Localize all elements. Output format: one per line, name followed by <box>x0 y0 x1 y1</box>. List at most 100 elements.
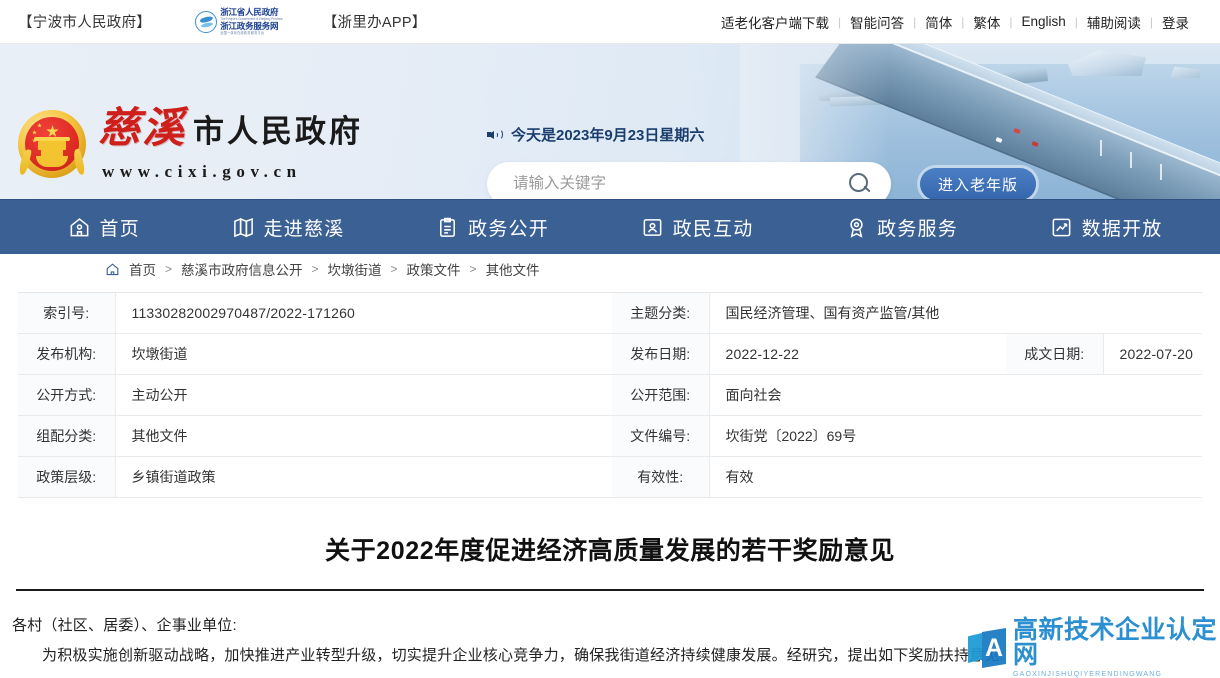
ningbo-gov-link[interactable]: 【宁波市人民政府】 <box>18 11 151 32</box>
document-body: 各村（社区、居委）、企事业单位: 为积极实施创新驱动战略，加快推进产业转型升级，… <box>0 591 1220 671</box>
value-drafting-date: 2022-07-20 <box>1103 333 1202 375</box>
main-navigation-bar: 首页 走进慈溪 政务公开 政民互动 政务服务 数据开放 <box>0 199 1220 254</box>
zj-line2: 浙江政务服务网 <box>220 21 279 32</box>
value-validity: 有效 <box>709 456 1202 498</box>
site-logo-block[interactable]: 慈溪 市人民政府 www.cixi.gov.cn <box>17 106 363 182</box>
site-header-banner: 慈溪 市人民政府 www.cixi.gov.cn 今天是2023年9月23日星期… <box>0 44 1220 199</box>
elder-version-button[interactable]: 进入老年版 <box>920 168 1036 199</box>
login-link[interactable]: 登录 <box>1153 12 1198 32</box>
value-index-number: 11330282002970487/2022-171260 <box>115 292 612 334</box>
today-date-line: 今天是2023年9月23日星期六 <box>487 124 704 145</box>
speaker-icon[interactable] <box>487 127 504 142</box>
document-paragraph-1: 为积极实施创新驱动战略，加快推进产业转型升级，切实提升企业核心竞争力，确保我街道… <box>42 647 1004 664</box>
breadcrumb: 首页 > 慈溪市政府信息公开 > 坎墩街道 > 政策文件 > 其他文件 <box>0 254 1220 284</box>
label-document-number: 文件编号: <box>612 415 710 457</box>
emblem-small-star <box>32 130 37 135</box>
value-issuing-agency: 坎墩街道 <box>115 333 612 375</box>
emblem-small-star <box>37 123 42 128</box>
breadcrumb-separator: > <box>311 262 319 276</box>
breadcrumb-item-kandun-street[interactable]: 坎墩街道 <box>328 259 382 279</box>
site-search-bar[interactable] <box>487 162 891 199</box>
nav-label-home: 首页 <box>99 218 140 240</box>
site-title-row: 慈溪 市人民政府 <box>98 108 363 150</box>
site-title-block: 慈溪 市人民政府 www.cixi.gov.cn <box>98 106 363 182</box>
label-disclosure-scope: 公开范围: <box>612 374 710 416</box>
light-pole <box>1160 164 1162 180</box>
map-icon <box>232 216 255 239</box>
document-meta-table-wrap: 索引号: 11330282002970487/2022-171260 主题分类:… <box>0 284 1220 498</box>
nav-item-gov-services[interactable]: 政务服务 <box>845 214 958 241</box>
label-index-number: 索引号: <box>18 292 116 334</box>
assisted-reading-link[interactable]: 辅助阅读 <box>1078 12 1150 32</box>
table-row: 公开方式: 主动公开 公开范围: 面向社会 <box>18 374 1202 416</box>
table-row: 组配分类: 其他文件 文件编号: 坎街党〔2022〕69号 <box>18 415 1202 457</box>
home-icon <box>68 216 91 239</box>
document-title: 关于2022年度促进经济高质量发展的若干奖励意见 <box>324 537 896 565</box>
nav-item-home[interactable]: 首页 <box>68 214 140 241</box>
label-topic-category: 主题分类: <box>612 292 710 334</box>
light-pole <box>1100 140 1102 156</box>
emblem-cogwheel <box>36 156 68 167</box>
top-utility-bar: 【宁波市人民政府】 浙江省人民政府 The People's Governmen… <box>0 0 1220 44</box>
value-disclosure-scope: 面向社会 <box>709 374 1202 416</box>
breadcrumb-item-other-docs[interactable]: 其他文件 <box>486 259 540 279</box>
breadcrumb-separator: > <box>469 262 477 276</box>
simplified-chinese-link[interactable]: 简体 <box>916 12 961 32</box>
national-emblem-icon <box>17 110 87 178</box>
nav-item-gov-citizen-interaction[interactable]: 政民互动 <box>641 214 754 241</box>
zhejiang-circle-icon <box>195 10 218 33</box>
nav-item-open-data[interactable]: 数据开放 <box>1050 214 1163 241</box>
search-icon[interactable] <box>847 171 873 197</box>
emblem-inner <box>25 117 79 171</box>
award-icon <box>845 216 868 239</box>
traditional-chinese-link[interactable]: 繁体 <box>964 12 1009 32</box>
label-group-category: 组配分类: <box>18 415 116 457</box>
watermark-english-text: GAOXINJISHUQIYERENDINGWANG <box>1013 671 1163 678</box>
zhelibanapp-link[interactable]: 【浙里办APP】 <box>323 11 427 32</box>
english-link[interactable]: English <box>1012 14 1074 29</box>
site-url: www.cixi.gov.cn <box>102 162 302 181</box>
zj-line1: 浙江省人民政府 <box>220 7 279 18</box>
value-policy-level: 乡镇街道政策 <box>115 456 612 498</box>
search-input[interactable] <box>513 175 847 193</box>
main-nav-inner: 首页 走进慈溪 政务公开 政民互动 政务服务 数据开放 <box>18 214 1203 241</box>
elder-client-download-link[interactable]: 适老化客户端下载 <box>712 12 838 32</box>
value-group-category: 其他文件 <box>115 415 612 457</box>
document-salutation: 各村（社区、居委）、企事业单位: <box>12 617 237 634</box>
nav-label-gov-services: 政务服务 <box>877 218 958 240</box>
nav-item-about-cixi[interactable]: 走进慈溪 <box>232 214 345 241</box>
topbar-right-links: 适老化客户端下载 | 智能问答 | 简体 | 繁体 | English | 辅助… <box>712 12 1198 32</box>
table-row: 政策层级: 乡镇街道政策 有效性: 有效 <box>18 456 1202 498</box>
user-card-icon <box>641 216 664 239</box>
label-validity: 有效性: <box>612 456 710 498</box>
breadcrumb-separator: > <box>165 262 173 276</box>
value-topic-category: 国民经济管理、国有资产监管/其他 <box>709 292 1202 334</box>
label-policy-level: 政策层级: <box>18 456 116 498</box>
breadcrumb-item-policy-docs[interactable]: 政策文件 <box>407 259 461 279</box>
home-icon <box>105 262 120 277</box>
nav-item-gov-affairs-public[interactable]: 政务公开 <box>436 214 549 241</box>
breadcrumb-item-home[interactable]: 首页 <box>129 259 156 279</box>
document-meta-table: 索引号: 11330282002970487/2022-171260 主题分类:… <box>18 292 1202 498</box>
emblem-tiananmen-gate <box>34 137 70 156</box>
clipboard-icon <box>436 216 459 239</box>
chart-up-icon <box>1050 216 1073 239</box>
label-issuing-agency: 发布机构: <box>18 333 116 375</box>
site-title-accent: 慈溪 <box>98 106 187 152</box>
zhejiang-logo-text: 浙江省人民政府 The People's Government of Zheji… <box>220 7 283 35</box>
breadcrumb-separator: > <box>390 262 398 276</box>
label-publish-date: 发布日期: <box>612 333 710 375</box>
table-row: 发布机构: 坎墩街道 发布日期: 2022-12-22 成文日期: 2022-0… <box>18 333 1202 375</box>
nav-label-gov-citizen-interaction: 政民互动 <box>672 218 754 240</box>
label-disclosure-method: 公开方式: <box>18 374 116 416</box>
breadcrumb-item-gov-info-public[interactable]: 慈溪市政府信息公开 <box>181 259 303 279</box>
smart-qa-link[interactable]: 智能问答 <box>841 12 913 32</box>
zhejiang-service-logo[interactable]: 浙江省人民政府 The People's Government of Zheji… <box>195 7 283 35</box>
nav-label-gov-affairs-public: 政务公开 <box>468 218 549 240</box>
today-date-text: 今天是2023年9月23日星期六 <box>511 127 705 144</box>
site-title-rest: 市人民政府 <box>193 114 364 149</box>
nav-label-open-data: 数据开放 <box>1081 218 1163 240</box>
label-drafting-date: 成文日期: <box>1006 333 1104 375</box>
table-row: 索引号: 11330282002970487/2022-171260 主题分类:… <box>18 292 1202 334</box>
zj-line2-en: 全国一体化在线政务服务平台 <box>220 30 265 35</box>
